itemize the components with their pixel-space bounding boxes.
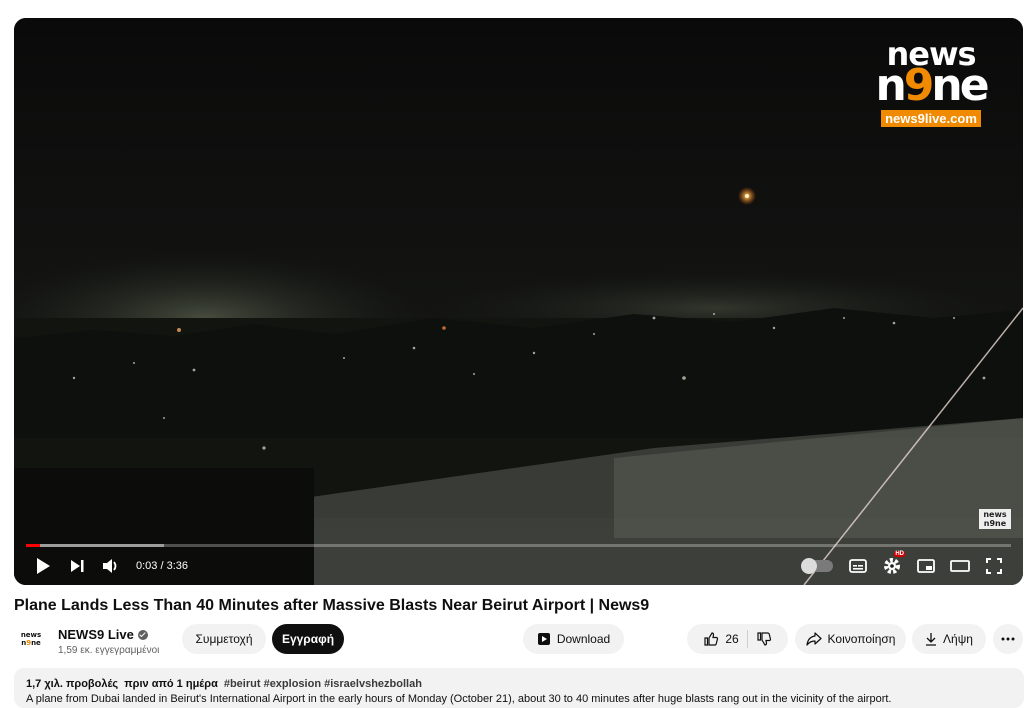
thumbs-up-icon [704, 632, 719, 646]
volume-button[interactable] [94, 549, 128, 583]
share-icon [805, 632, 822, 646]
skip-next-icon [71, 560, 84, 572]
more-actions-button[interactable] [993, 624, 1023, 654]
like-count: 26 [725, 632, 739, 646]
share-button[interactable]: Κοινοποίηση [795, 624, 906, 654]
subscriber-count: 1,59 εκ. εγγεγραμμένοι [58, 645, 160, 656]
fullscreen-icon [986, 558, 1002, 574]
volume-icon [103, 559, 117, 573]
download-button[interactable]: Download [523, 624, 624, 654]
fullscreen-button[interactable] [977, 549, 1011, 583]
channel-row: news n9ne NEWS9 Live 1,59 εκ. εγγεγραμμέ… [14, 624, 1024, 660]
download-arrow-icon [926, 633, 937, 646]
miniplayer-button[interactable] [909, 549, 943, 583]
play-icon [37, 558, 50, 574]
channel-name[interactable]: NEWS9 Live [58, 627, 148, 642]
video-title: Plane Lands Less Than 40 Minutes after M… [14, 597, 650, 614]
description-text: A plane from Dubai landed in Beirut's In… [26, 693, 892, 705]
verified-icon [137, 630, 148, 640]
time-display: 0:03 / 3:36 [136, 560, 188, 572]
video-player[interactable]: news n9ne news9live.com news n9ne 0:03 /… [14, 18, 1023, 585]
description-meta: 1,7 χιλ. προβολές πριν από 1 ημέρα #beiru… [26, 678, 422, 690]
like-button[interactable]: 26 [703, 631, 739, 647]
next-button[interactable] [60, 549, 94, 583]
play-button[interactable] [26, 549, 60, 583]
player-controls: 0:03 / 3:36 HD [14, 547, 1023, 585]
hd-badge: HD [894, 551, 905, 557]
subscribe-button[interactable]: Εγγραφή [272, 624, 344, 654]
dislike-button[interactable] [756, 631, 772, 647]
subtitles-icon [849, 559, 867, 573]
miniplayer-icon [917, 559, 935, 573]
theater-button[interactable] [943, 549, 977, 583]
gear-icon [884, 558, 900, 574]
autoplay-toggle[interactable] [801, 558, 833, 574]
news9-logo: news n9ne news9live.com [875, 35, 990, 127]
logo-url: news9live.com [881, 110, 981, 127]
settings-button[interactable]: HD [875, 549, 909, 583]
description-box[interactable]: 1,7 χιλ. προβολές πριν από 1 ημέρα #beiru… [14, 668, 1024, 708]
like-divider [746, 630, 748, 648]
description-tags[interactable]: #beirut #explosion #israelvshezbollah [224, 678, 422, 690]
channel-avatar[interactable]: news n9ne [18, 631, 44, 651]
subtitles-button[interactable] [841, 549, 875, 583]
join-button[interactable]: Συμμετοχή [182, 624, 266, 654]
more-horizontal-icon [1001, 637, 1015, 641]
corner-watermark: news n9ne [979, 509, 1011, 529]
like-dislike-group: 26 [687, 624, 788, 654]
save-download-button[interactable]: Λήψη [912, 624, 986, 654]
download-icon [537, 633, 550, 645]
thumbs-down-icon [757, 632, 771, 646]
theater-icon [950, 560, 970, 572]
